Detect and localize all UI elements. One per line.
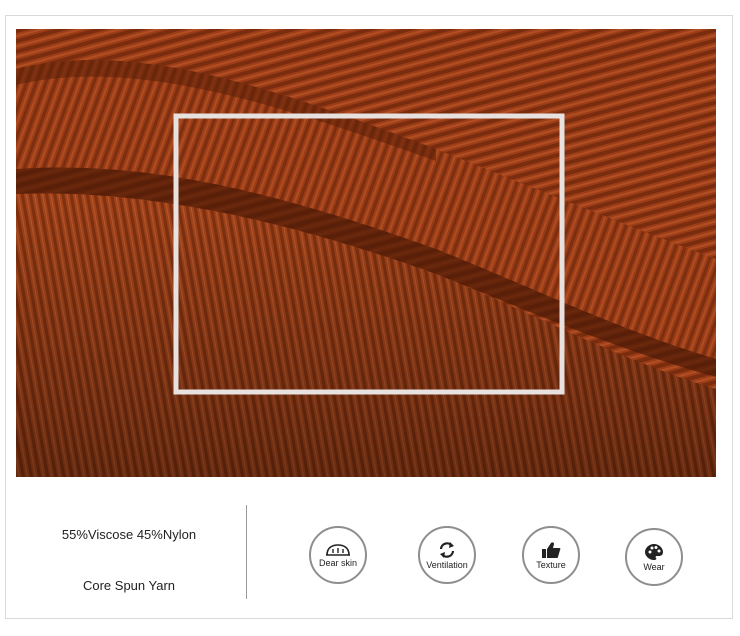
thumbs-up-icon: [542, 541, 561, 558]
knit-fabric-closeup-photo: [16, 29, 716, 477]
skin-icon: [326, 543, 350, 556]
divider: [246, 505, 247, 599]
feature-label: Dear skin: [318, 557, 357, 568]
yarn-type-text: Core Spun Yarn: [82, 578, 176, 593]
ventilation-icon: [439, 541, 455, 558]
feature-label: Texture: [536, 559, 566, 570]
feature-label: Ventilation: [426, 559, 468, 570]
feature-badge-wear: Wear: [625, 528, 683, 586]
knit-fabric-image: [16, 29, 716, 477]
feature-label: Wear: [643, 561, 665, 572]
feature-badge-texture: Texture: [522, 526, 580, 584]
feature-badge-dear-skin: Dear skin: [309, 526, 367, 584]
feature-badge-ventilation: Ventilation: [418, 526, 476, 584]
wear-palette-icon: [645, 543, 663, 560]
composition-text: 55%Viscose 45%Nylon: [61, 527, 197, 542]
